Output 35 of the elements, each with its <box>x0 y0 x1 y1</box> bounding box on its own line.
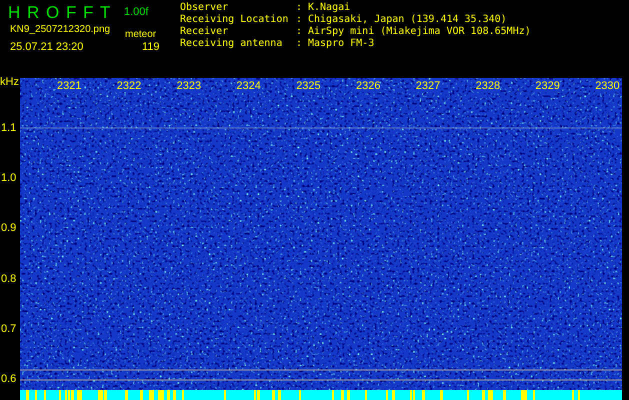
time-label: 2329 <box>535 80 560 92</box>
info-separator: : <box>296 26 304 38</box>
file-name: KN9_2507212320.png <box>10 23 110 37</box>
axis-label: 1.1 <box>1 122 16 134</box>
app-title: H R O F F T <box>8 2 112 24</box>
info-value: AirSpy mini (Miakejima VOR 108.65MHz) <box>308 26 531 38</box>
axis-label: 0.6 <box>1 373 16 385</box>
info-label: Receiving antenna <box>180 38 284 50</box>
time-label: 2323 <box>176 80 202 92</box>
time-label: 2324 <box>236 80 261 92</box>
time-label: 2328 <box>476 80 500 92</box>
counter-label: meteor <box>125 28 156 42</box>
time-label: 2325 <box>296 80 321 92</box>
info-label: Receiver <box>180 26 230 38</box>
axis-label: 1.0 <box>1 172 16 184</box>
time-label: 2322 <box>116 80 142 92</box>
info-value: K.Nagai <box>308 2 350 14</box>
timestamp: 25.07.21 23:20 <box>10 40 84 55</box>
axis-label: 0.8 <box>1 272 16 285</box>
time-label: 2321 <box>57 80 82 92</box>
axis-label: 0.7 <box>1 322 16 335</box>
info-label: Observer <box>180 2 230 14</box>
info-value: Chigasaki, Japan (139.414 35.340) <box>308 14 507 26</box>
version-label: 1.00f <box>124 5 148 20</box>
meteor-count: 119 <box>142 40 160 55</box>
time-label: 2327 <box>416 80 440 92</box>
time-label: 2330 <box>595 80 620 92</box>
info-separator: : <box>296 2 304 14</box>
info-separator: : <box>296 14 304 26</box>
time-label: 2326 <box>356 80 380 92</box>
unit-label: kHz <box>0 75 19 90</box>
info-label: Receiving Location <box>180 14 290 26</box>
axis-label: 0.9 <box>1 222 16 234</box>
info-separator: : <box>296 38 304 50</box>
info-value: Maspro FM-3 <box>308 38 374 50</box>
